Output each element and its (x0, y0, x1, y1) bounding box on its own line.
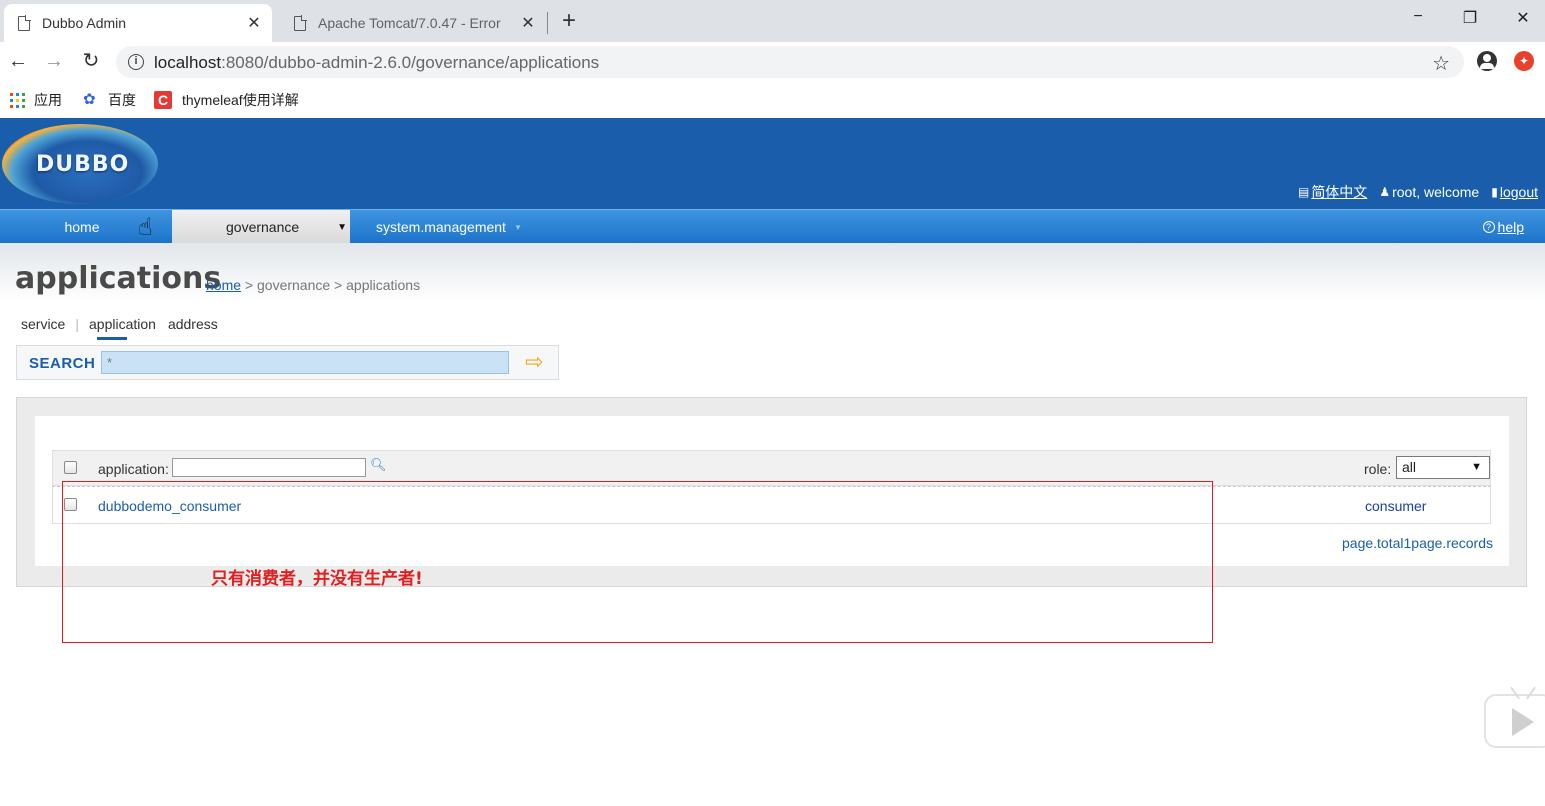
annotation-text: 只有消费者，并没有生产者! (211, 569, 423, 589)
pagination-info: page.total1page.records (1342, 535, 1493, 551)
browser-toolbar: ← → ↻ i localhost:8080/dubbo-admin-2.6.0… (0, 42, 1545, 82)
bookmark-thymeleaf[interactable]: C thymeleaf使用详解 (154, 90, 299, 110)
tab-divider: | (75, 316, 79, 332)
tab-service[interactable]: service (21, 316, 65, 332)
app-header: DUBBO ▤ 简体中文 ♟ root, welcome ▮ logout (0, 118, 1545, 209)
csdn-icon: C (154, 91, 172, 109)
minimize-button[interactable]: − (1403, 8, 1433, 26)
select-all-checkbox[interactable] (64, 461, 77, 474)
door-icon: ▮ (1491, 185, 1498, 199)
logout-link[interactable]: ▮ logout (1491, 184, 1538, 200)
tab-title: Apache Tomcat/7.0.47 - Error (318, 15, 501, 31)
header-links: ▤ 简体中文 ♟ root, welcome ▮ logout (1286, 182, 1538, 202)
tab-title: Dubbo Admin (42, 15, 127, 31)
baidu-paw-icon: ✿ (83, 91, 96, 108)
chevron-down-icon: ▼ (337, 221, 348, 233)
browser-tab-tomcat-error[interactable]: Apache Tomcat/7.0.47 - Error ✕ (280, 4, 546, 42)
address-bar[interactable]: i localhost:8080/dubbo-admin-2.6.0/gover… (116, 46, 1464, 78)
search-go-arrow-icon[interactable]: ⇨ (525, 351, 543, 373)
role-select[interactable]: all ▼ (1396, 456, 1490, 479)
document-icon: ▤ (1297, 185, 1310, 199)
play-icon (1512, 708, 1534, 736)
tab-close-icon[interactable]: ✕ (244, 13, 264, 33)
annotation-box (62, 481, 1213, 643)
search-bar: SEARCH ⇨ (16, 345, 559, 380)
bookmarks-bar: 应用 ✿ 百度 C thymeleaf使用详解 (0, 82, 1545, 118)
search-icon[interactable]: 🔍︎ (370, 457, 387, 473)
sub-tabs: service | application address (21, 316, 218, 340)
page-band (0, 243, 1545, 303)
back-arrow-icon[interactable]: ← (6, 50, 30, 72)
apps-grid-icon (10, 92, 25, 108)
page-icon (294, 14, 307, 31)
breadcrumb-governance: governance (257, 277, 331, 293)
info-icon[interactable]: i (128, 54, 144, 70)
user-welcome: ♟ root, welcome (1379, 184, 1480, 200)
breadcrumb-current: applications (346, 277, 421, 293)
main-menu: home governance ▼ system.management ▼ ? … (0, 209, 1545, 244)
user-icon: ♟ (1379, 185, 1391, 199)
close-window-button[interactable]: ✕ (1508, 8, 1538, 28)
dubbo-logo: DUBBO (2, 124, 158, 204)
video-play-button[interactable] (1484, 686, 1545, 748)
breadcrumb: home > governance > applications (206, 277, 421, 293)
application-filter-input[interactable] (172, 458, 366, 477)
bookmark-baidu[interactable]: ✿ 百度 (83, 90, 136, 110)
role-cell: consumer (1365, 498, 1427, 514)
bookmark-apps[interactable]: 应用 (10, 90, 62, 110)
help-link[interactable]: ? help (1482, 219, 1524, 235)
browser-tabstrip: Dubbo Admin ✕ Apache Tomcat/7.0.47 - Err… (0, 0, 1545, 42)
forward-arrow-icon[interactable]: → (42, 50, 66, 72)
url-text[interactable]: localhost:8080/dubbo-admin-2.6.0/governa… (154, 53, 599, 73)
tab-address[interactable]: address (168, 316, 218, 332)
chevron-down-icon: ▼ (1471, 461, 1482, 473)
role-filter-label: role: (1364, 461, 1392, 477)
tab-separator (547, 12, 548, 34)
reload-icon[interactable]: ↻ (79, 50, 103, 72)
tab-application[interactable]: application (89, 316, 156, 340)
application-filter-label: application: (98, 461, 169, 477)
breadcrumb-home[interactable]: home (206, 277, 241, 293)
restore-button[interactable]: ❐ (1455, 8, 1485, 28)
search-input[interactable] (101, 351, 509, 374)
menu-system-management[interactable]: system.management ▼ (376, 210, 522, 244)
page-icon (18, 14, 31, 31)
tab-close-icon[interactable]: ✕ (518, 13, 538, 33)
chevron-down-icon: ▼ (513, 222, 522, 232)
logo-text: DUBBO (36, 152, 130, 177)
bookmark-star-icon[interactable]: ☆ (1432, 51, 1450, 76)
hand-cursor-icon: ☝ (138, 214, 153, 241)
language-link[interactable]: ▤ 简体中文 (1298, 182, 1367, 202)
page-title: applications (15, 261, 222, 296)
search-label: SEARCH (29, 355, 96, 372)
extension-icon[interactable]: ✦ (1514, 51, 1534, 71)
account-icon[interactable] (1477, 51, 1497, 71)
menu-governance[interactable]: governance ▼ (172, 210, 350, 244)
new-tab-button[interactable]: + (562, 8, 576, 34)
browser-tab-dubbo-admin[interactable]: Dubbo Admin ✕ (4, 4, 272, 42)
help-icon: ? (1482, 221, 1495, 233)
